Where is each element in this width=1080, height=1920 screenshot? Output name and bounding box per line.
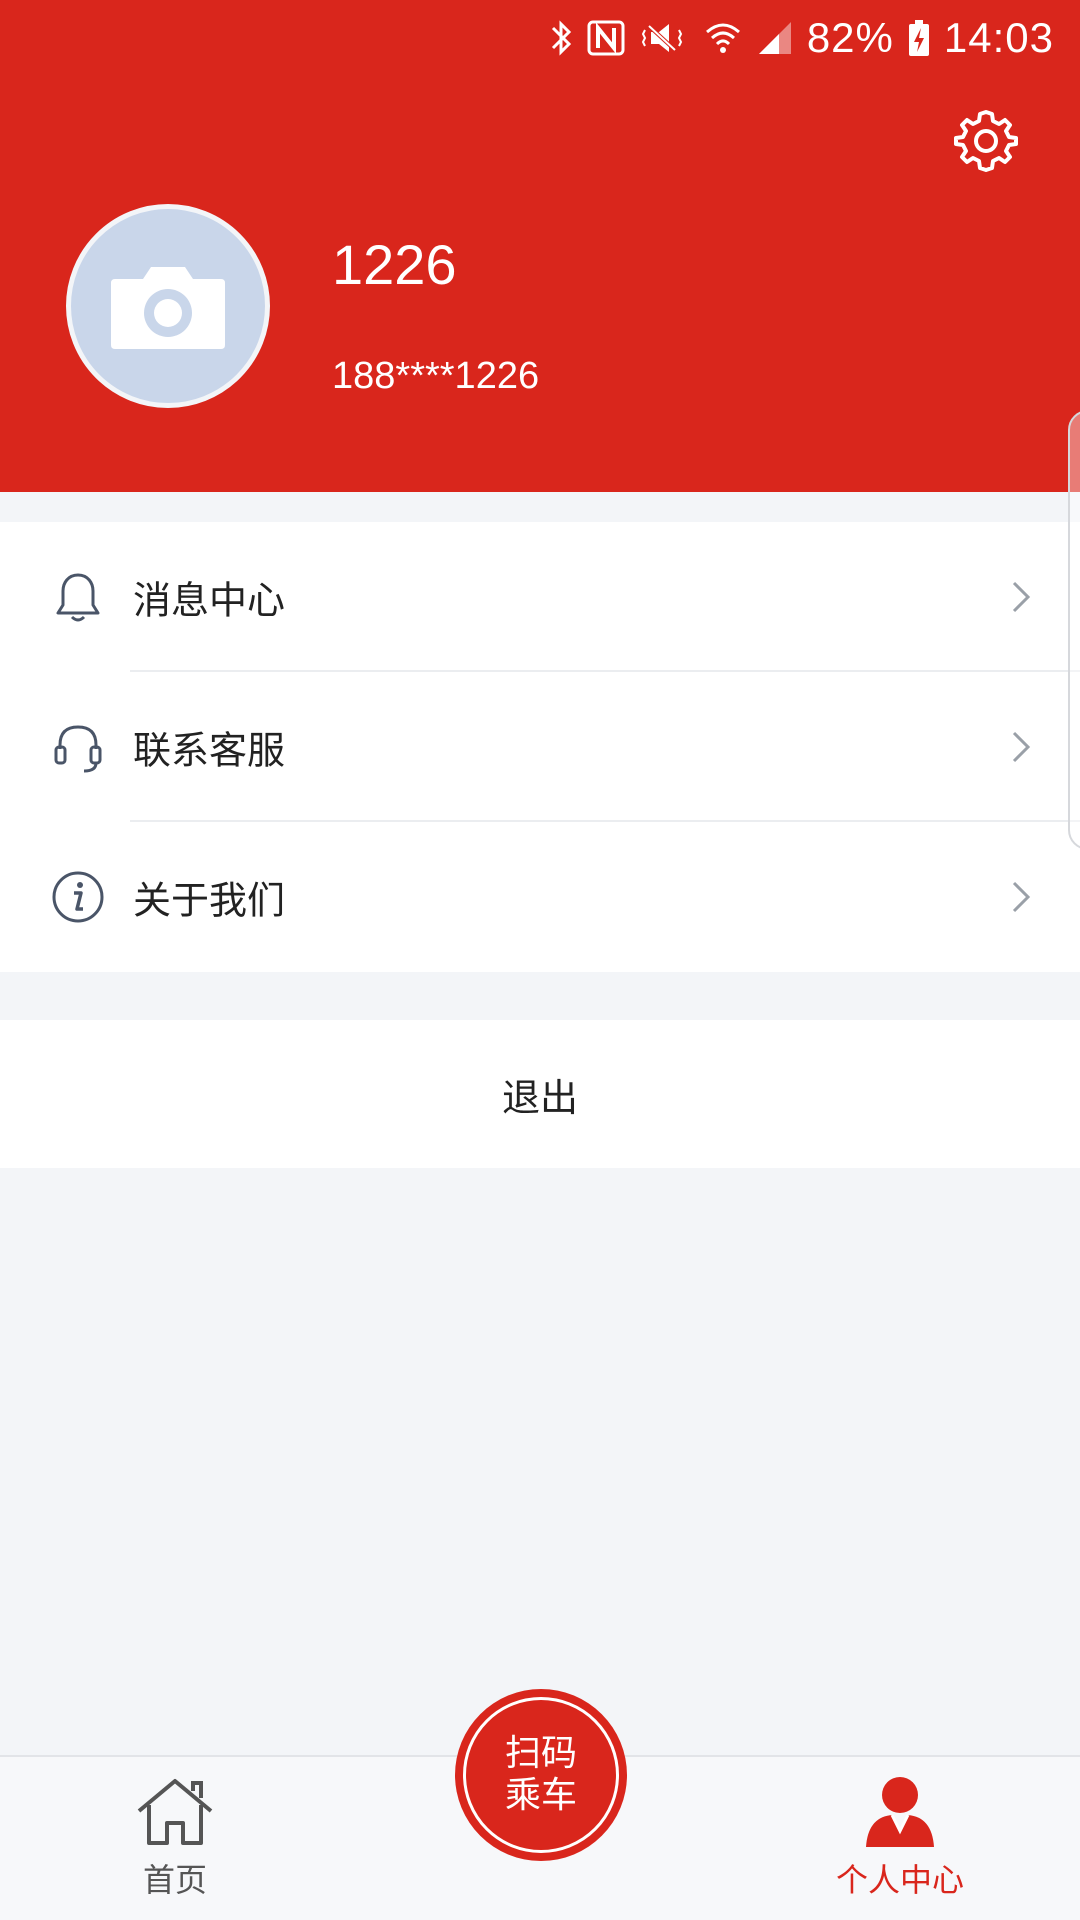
vibrate-icon xyxy=(641,23,682,52)
scan-ride-button[interactable]: 扫码乘车 xyxy=(455,1689,627,1861)
menu-item-messages[interactable]: 消息中心 xyxy=(0,522,1080,672)
headset-icon xyxy=(54,725,102,773)
logout-button[interactable]: 退出 xyxy=(0,1020,1080,1168)
battery-percent: 82% xyxy=(806,13,894,61)
scan-button-ring xyxy=(463,1697,619,1853)
chevron-right-icon xyxy=(1012,881,1031,913)
menu-item-customer-service[interactable]: 联系客服 xyxy=(0,672,1080,822)
menu-item-label: 关于我们 xyxy=(133,878,286,923)
menu-item-label: 消息中心 xyxy=(133,578,286,623)
clock: 14:03 xyxy=(943,13,1054,61)
bluetooth-icon xyxy=(551,19,571,56)
person-icon xyxy=(866,1777,934,1847)
tab-home-label: 首页 xyxy=(142,1861,207,1899)
status-bar: 82% 14:03 xyxy=(0,0,1080,75)
wifi-icon xyxy=(705,23,740,53)
tab-home[interactable]: 首页 xyxy=(120,1775,230,1915)
avatar[interactable] xyxy=(66,204,270,408)
signal-icon xyxy=(758,21,791,54)
camera-icon xyxy=(111,267,225,349)
menu-item-about[interactable]: 关于我们 xyxy=(0,822,1080,972)
edge-panel-handle[interactable] xyxy=(1068,410,1080,850)
user-phone: 188****1226 xyxy=(332,355,540,397)
gear-icon xyxy=(954,110,1018,172)
user-name: 1226 xyxy=(332,233,457,296)
menu-item-label: 联系客服 xyxy=(133,728,286,773)
settings-button[interactable] xyxy=(952,106,1020,174)
tab-profile-label: 个人中心 xyxy=(835,1861,964,1899)
chevron-right-icon xyxy=(1012,581,1031,613)
chevron-right-icon xyxy=(1012,731,1031,763)
profile-header: 82% 14:03 1226 188****1226 xyxy=(0,0,1080,492)
nfc-icon xyxy=(587,20,625,55)
bell-icon xyxy=(56,573,100,622)
home-icon xyxy=(137,1779,213,1845)
info-icon xyxy=(52,871,104,923)
battery-charging-icon xyxy=(908,19,929,56)
tab-profile[interactable]: 个人中心 xyxy=(820,1775,980,1915)
menu-list: 消息中心 联系客服 关于我们 xyxy=(0,522,1080,972)
